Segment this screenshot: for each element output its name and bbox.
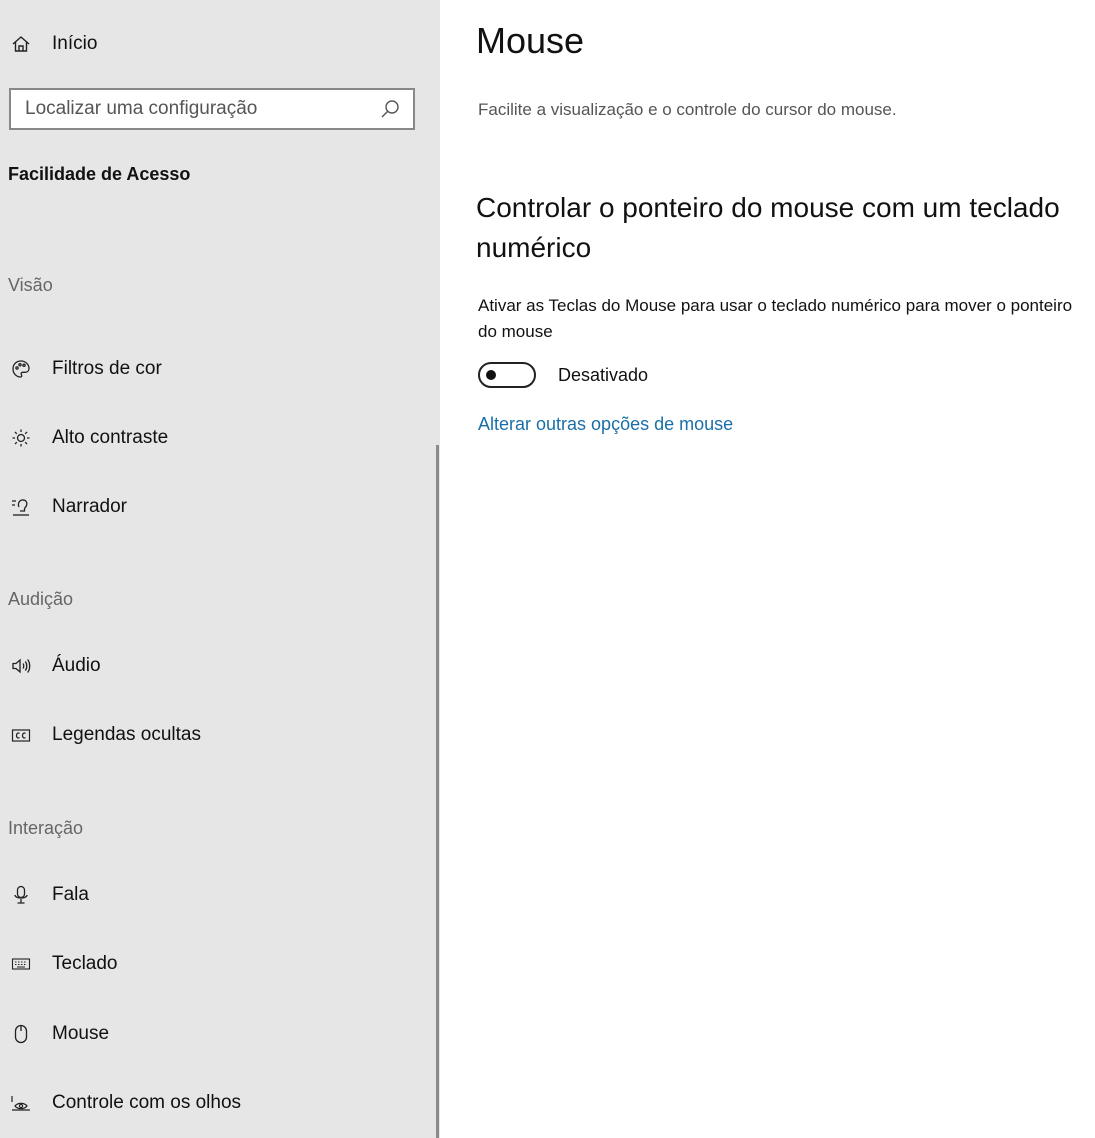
sidebar-item-label: Controle com os olhos — [52, 1092, 242, 1113]
sidebar-item-narrator[interactable]: Narrador — [10, 490, 127, 524]
sidebar-scrollbar[interactable] — [436, 445, 439, 1138]
mouse-keys-toggle-row: Desativado — [478, 360, 648, 390]
microphone-icon — [10, 884, 32, 906]
sidebar-item-color-filters[interactable]: Filtros de cor — [10, 352, 162, 386]
toggle-knob — [486, 370, 496, 380]
sidebar-item-eye-control[interactable]: Controle com os olhos — [10, 1086, 241, 1120]
sidebar-item-closed-captions[interactable]: Legendas ocultas — [10, 718, 201, 752]
home-icon — [10, 33, 32, 55]
closed-captions-icon — [10, 724, 32, 746]
sidebar: Início Facilidade de Acesso Visão Filtro… — [0, 0, 440, 1138]
sidebar-item-audio[interactable]: Áudio — [10, 649, 101, 683]
mouse-keys-toggle[interactable] — [478, 362, 536, 388]
sidebar-item-label: Teclado — [52, 953, 118, 974]
toggle-state-label: Desativado — [558, 364, 649, 385]
settings-search-box[interactable] — [9, 88, 415, 130]
toggle-description: Ativar as Teclas do Mouse para usar o te… — [478, 296, 1073, 341]
search-input[interactable] — [11, 97, 367, 121]
keyboard-icon — [10, 953, 32, 975]
section-title: Facilidade de Acesso — [8, 164, 191, 184]
group-heading-interaction: Interação — [8, 818, 84, 838]
group-heading-vision: Visão — [8, 275, 53, 295]
high-contrast-icon — [10, 427, 32, 449]
sidebar-item-label: Alto contraste — [52, 427, 169, 448]
section-heading: Controlar o ponteiro do mouse com um tec… — [476, 192, 1060, 263]
color-filter-icon — [10, 358, 32, 380]
sidebar-item-label: Legendas ocultas — [52, 724, 201, 745]
audio-icon — [10, 655, 32, 677]
sidebar-item-label: Mouse — [52, 1023, 110, 1044]
page-subtitle: Facilite a visualização e o controle do … — [478, 100, 897, 119]
sidebar-item-speech[interactable]: Fala — [10, 878, 89, 912]
home-label: Início — [52, 33, 98, 54]
sidebar-item-label: Narrador — [52, 496, 127, 517]
mouse-icon — [10, 1023, 32, 1045]
search-icon[interactable] — [379, 98, 401, 120]
sidebar-item-keyboard[interactable]: Teclado — [10, 947, 118, 981]
sidebar-item-high-contrast[interactable]: Alto contraste — [10, 421, 168, 455]
sidebar-item-mouse[interactable]: Mouse — [10, 1017, 109, 1051]
sidebar-item-label: Áudio — [52, 655, 101, 676]
group-heading-hearing: Audição — [8, 589, 74, 609]
home-nav-item[interactable]: Início — [10, 28, 97, 60]
narrator-icon — [10, 496, 32, 518]
sidebar-item-label: Fala — [52, 884, 89, 905]
other-mouse-options-link[interactable]: Alterar outras opções de mouse — [478, 414, 733, 435]
eye-control-icon — [10, 1092, 32, 1114]
page-title: Mouse — [476, 20, 585, 61]
sidebar-item-label: Filtros de cor — [52, 358, 162, 379]
